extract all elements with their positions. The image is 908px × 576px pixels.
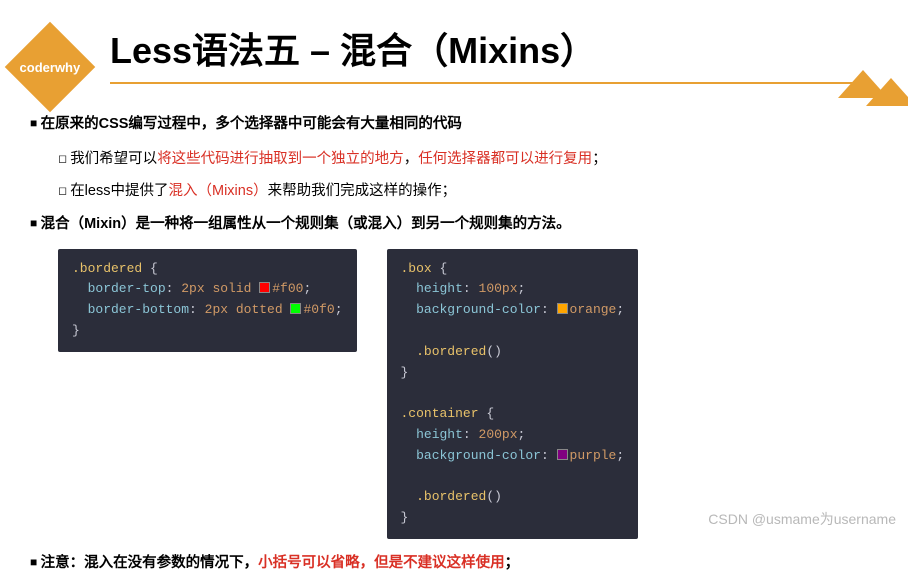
color-swatch-red [259,282,270,293]
code-block-left: .bordered { border-top: 2px solid #f00; … [58,249,357,352]
logo-text: coderwhy [20,60,81,75]
text-highlight: 混入（Mixins） [168,183,267,199]
color-swatch-orange [557,303,568,314]
text-highlight: 任何选择器都可以进行复用 [418,151,592,167]
watermark: CSDN @usmame为username [708,509,896,529]
bullet-note: 注意：混入在没有参数的情况下，小括号可以省略，但是不建议这样使用； [30,551,880,576]
text: 注意：混入在没有参数的情况下， [41,555,259,571]
color-swatch-purple [557,449,568,460]
text: ； [505,555,520,571]
text-highlight: 小括号可以省略，但是不建议这样使用 [258,555,505,571]
code-block-right: .box { height: 100px; background-color: … [387,249,639,539]
page-title: Less语法五 – 混合（Mixins） [110,22,870,84]
text: 我们希望可以 [70,151,157,167]
mountain-icon [838,70,908,110]
text: ； [592,151,607,167]
text: 在less中提供了 [70,183,168,199]
text-highlight: 将这些代码进行抽取到一个独立的地方 [157,151,404,167]
code-area: .bordered { border-top: 2px solid #f00; … [58,249,880,539]
color-swatch-green [290,303,301,314]
bullet-main-2: 混合（Mixin）是一种将一组属性从一个规则集（或混入）到另一个规则集的方法。 [30,212,880,237]
logo-diamond: coderwhy [5,22,96,113]
content-area: 在原来的CSS编写过程中，多个选择器中可能会有大量相同的代码 我们希望可以将这些… [30,112,880,576]
text: 来帮助我们完成这样的操作； [268,183,457,199]
text: ， [404,151,419,167]
bullet-sub-1a: 我们希望可以将这些代码进行抽取到一个独立的地方，任何选择器都可以进行复用； [58,147,880,172]
bullet-main-1: 在原来的CSS编写过程中，多个选择器中可能会有大量相同的代码 [30,112,880,137]
bullet-sub-1b: 在less中提供了混入（Mixins）来帮助我们完成这样的操作； [58,179,880,204]
